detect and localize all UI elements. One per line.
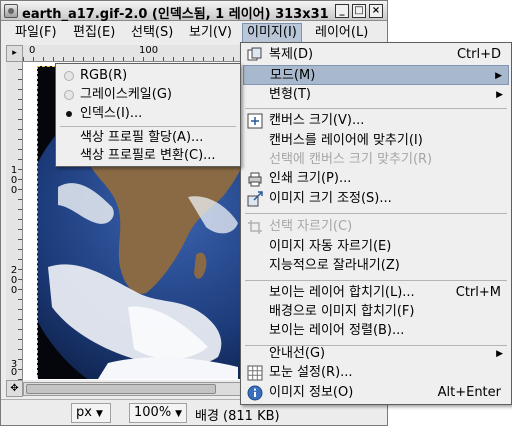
- app-icon[interactable]: [4, 4, 18, 18]
- menu-item-guides[interactable]: 안내선(G) ▶: [243, 344, 509, 364]
- maximize-button[interactable]: □: [352, 4, 366, 18]
- mode-item-assign-color-profile[interactable]: 색상 프로필 할당(A)...: [58, 128, 238, 148]
- menu-bar: 파일(F) 편집(E) 선택(S) 보기(V) 이미지(I) 레이어(L): [1, 22, 387, 44]
- horizontal-scrollbar[interactable]: [23, 382, 253, 396]
- menu-item-align-visible-layers[interactable]: 보이는 레이어 정렬(B)...: [243, 321, 509, 341]
- menu-item-fit-canvas-to-layers[interactable]: 캔버스를 레이어에 맞추기(I): [243, 131, 509, 151]
- radio-on-icon: [66, 111, 72, 117]
- mode-submenu: RGB(R) 그레이스케일(G) 인덱스(I)... 색상 프로필 할당(A).…: [55, 63, 241, 167]
- mode-item-grayscale[interactable]: 그레이스케일(G): [58, 85, 238, 105]
- menu-item-image-properties[interactable]: 이미지 정보(O) Alt+Enter: [243, 383, 509, 403]
- menu-item-canvas-size[interactable]: 캔버스 크기(V)...: [243, 111, 509, 131]
- zoom-select[interactable]: 100% ▼: [129, 403, 187, 423]
- menu-item-zealous-crop[interactable]: 지능적으로 잘라내기(Z): [243, 256, 509, 276]
- menu-separator: [60, 126, 236, 127]
- ruler-tick-label: 0: [10, 185, 18, 196]
- mode-item-rgb[interactable]: RGB(R): [58, 66, 238, 86]
- unit-select[interactable]: px ▼: [71, 403, 111, 423]
- navigate-icon[interactable]: ✥: [6, 380, 23, 397]
- info-icon: [247, 385, 263, 401]
- ruler-tick-label: 0: [10, 285, 18, 296]
- ruler-tick-label: 0: [29, 45, 36, 56]
- menu-select[interactable]: 선택(S): [127, 23, 177, 43]
- scrollbar-thumb[interactable]: [26, 384, 216, 394]
- menu-view[interactable]: 보기(V): [185, 23, 236, 43]
- canvas-size-icon: [247, 113, 263, 129]
- quick-mask-corner[interactable]: ▸: [6, 45, 23, 62]
- grid-icon: [247, 365, 263, 381]
- chevron-down-icon: ▼: [95, 409, 103, 419]
- menu-item-fit-canvas-to-selection: 선택에 캔버스 크기 맞추기(R): [269, 152, 433, 167]
- ruler-tick-label: 0: [10, 367, 18, 378]
- radio-off-icon: [64, 90, 74, 100]
- title-bar[interactable]: earth_a17.gif-2.0 (인덱스됨, 1 레이어) 313x31 _…: [1, 1, 387, 22]
- menu-file[interactable]: 파일(F): [11, 23, 61, 43]
- radio-off-icon: [64, 71, 74, 81]
- submenu-arrow-icon: ▶: [496, 349, 503, 359]
- menu-item-print-size[interactable]: 인쇄 크기(P)...: [243, 169, 509, 189]
- menu-item-mode[interactable]: 모드(M) ▶: [243, 65, 509, 85]
- mode-item-indexed[interactable]: 인덱스(I)...: [58, 104, 238, 124]
- menu-edit[interactable]: 편집(E): [69, 23, 119, 43]
- submenu-arrow-icon: ▶: [495, 71, 502, 81]
- menu-separator: [245, 213, 507, 214]
- submenu-arrow-icon: ▶: [496, 90, 503, 100]
- print-size-icon: [248, 172, 262, 187]
- chevron-down-icon: ▼: [175, 409, 183, 419]
- duplicate-icon: [247, 47, 262, 61]
- ruler-tick-label: 100: [139, 45, 159, 56]
- menu-item-autocrop[interactable]: 이미지 자동 자르기(E): [243, 237, 509, 257]
- menu-layer[interactable]: 레이어(L): [311, 23, 372, 43]
- menu-item-merge-visible-layers[interactable]: 보이는 레이어 합치기(L)... Ctrl+M: [243, 283, 509, 303]
- vertical-ruler[interactable]: 1 0 0 2 0 0 3 0: [6, 62, 23, 380]
- window-title: earth_a17.gif-2.0 (인덱스됨, 1 레이어) 313x31: [22, 7, 329, 22]
- scale-image-icon: [247, 191, 263, 207]
- menu-item-transform[interactable]: 변형(T) ▶: [243, 85, 509, 105]
- minimize-button[interactable]: _: [335, 4, 349, 18]
- menu-item-crop-to-selection: 선택 자르기(C): [243, 217, 509, 237]
- status-label: 배경 (811 KB): [195, 409, 280, 424]
- image-menu: 복제(D) Ctrl+D 모드(M) ▶ 변형(T) ▶ 캔버스 크기(V)..…: [240, 42, 512, 405]
- menu-item-configure-grid[interactable]: 모눈 설정(R)...: [243, 363, 509, 383]
- menu-item-flatten-image[interactable]: 배경으로 이미지 합치기(F): [243, 302, 509, 322]
- menu-item-scale-image[interactable]: 이미지 크기 조정(S)...: [243, 189, 509, 209]
- menu-separator: [245, 108, 507, 109]
- close-button[interactable]: ×: [369, 4, 383, 18]
- mode-item-convert-color-profile[interactable]: 색상 프로필로 변환(C)...: [58, 146, 238, 166]
- menu-image[interactable]: 이미지(I): [242, 23, 302, 43]
- crop-icon: [248, 220, 262, 234]
- horizontal-ruler[interactable]: 0 100: [23, 45, 253, 62]
- menu-separator: [245, 280, 507, 281]
- menu-item-duplicate[interactable]: 복제(D) Ctrl+D: [243, 45, 509, 65]
